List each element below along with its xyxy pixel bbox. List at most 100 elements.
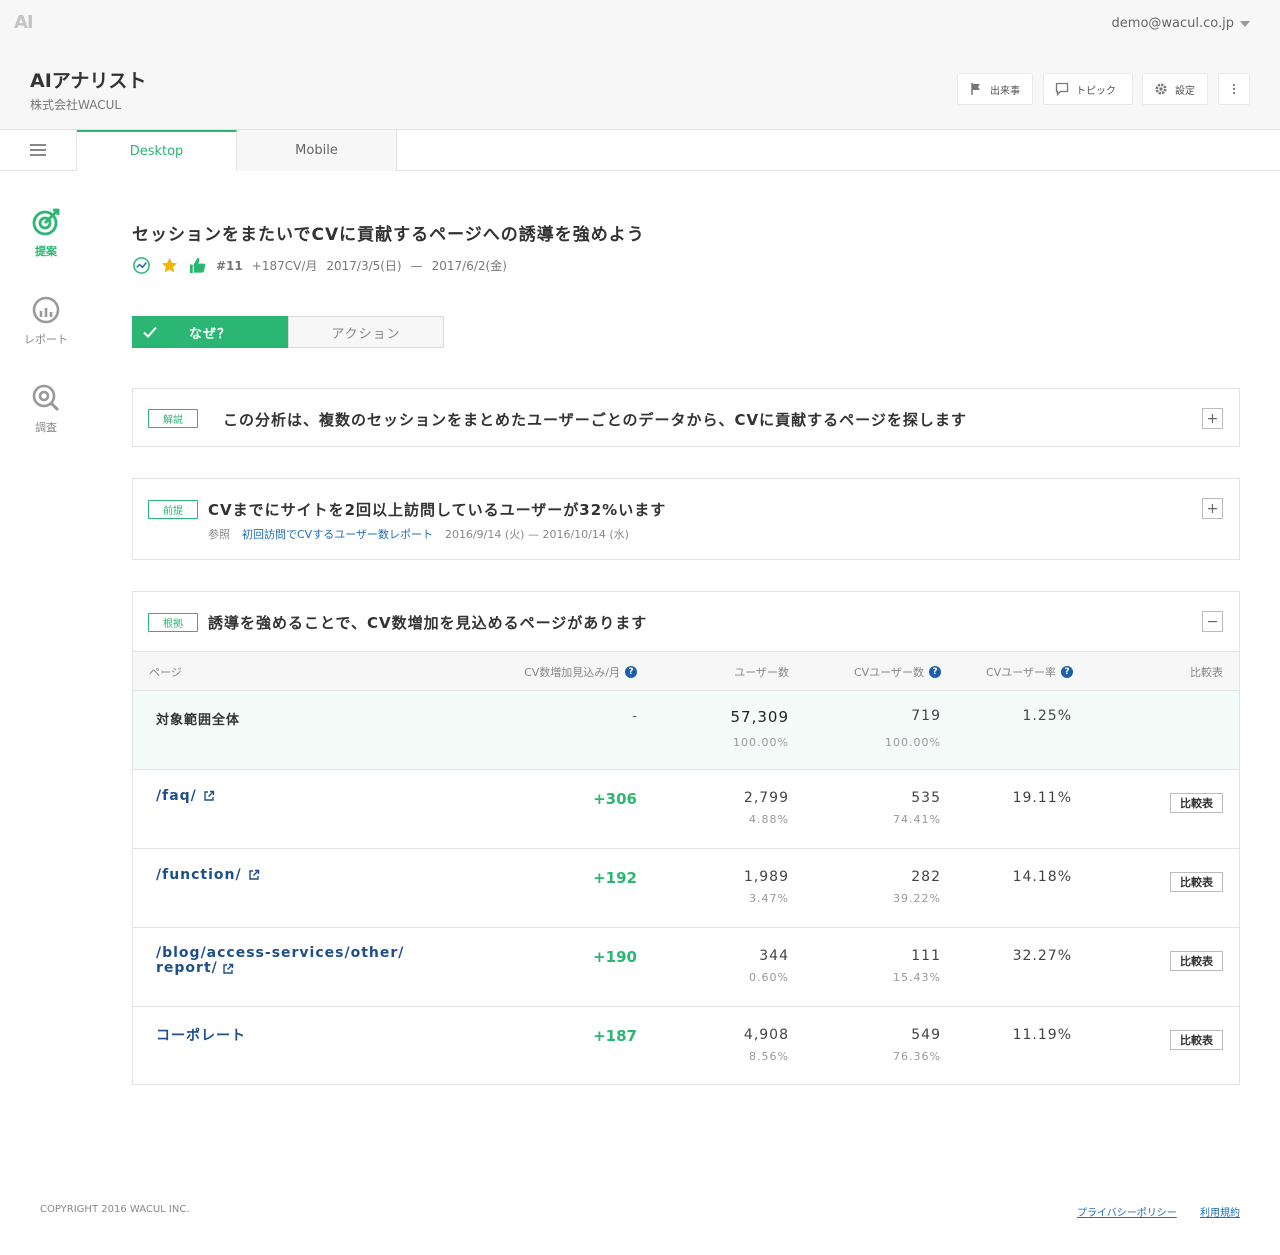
hamburger-menu-button[interactable] — [0, 130, 77, 170]
more-vertical-icon — [1232, 83, 1236, 95]
cv-rate: 11.19% — [1012, 1027, 1072, 1043]
proposal-end-date: 2017/6/2(金) — [431, 259, 507, 273]
proposal-impact: +187CV/月 — [251, 259, 318, 273]
star-icon[interactable] — [160, 256, 179, 275]
cv-rate: 19.11% — [1012, 790, 1072, 806]
sidebar-item-research[interactable]: 調査 — [0, 383, 92, 435]
cv-users: 535 — [911, 790, 941, 806]
device-tab-bar: Desktop Mobile — [0, 130, 1280, 171]
compare-button[interactable]: 比較表 — [1170, 951, 1223, 971]
app-logo[interactable]: AI — [14, 12, 34, 33]
more-button[interactable] — [1218, 73, 1250, 105]
cv-users: 111 — [911, 948, 941, 964]
header-page: ページ — [149, 666, 182, 679]
page-link-faq[interactable]: /faq/ — [156, 788, 215, 804]
company-name: 株式会社WACUL — [30, 98, 122, 112]
total-users-pct: 100.00% — [733, 736, 789, 749]
why-tab[interactable]: なぜ？ — [132, 316, 288, 348]
compare-button[interactable]: 比較表 — [1170, 1030, 1223, 1050]
compare-button[interactable]: 比較表 — [1170, 793, 1223, 813]
sidebar-item-proposal[interactable]: 提案 — [0, 207, 92, 259]
report-gauge-icon — [32, 296, 60, 324]
help-icon[interactable]: ? — [1061, 666, 1073, 678]
header-cv-users: CVユーザー数 ? — [854, 664, 941, 680]
events-button[interactable]: 出来事 — [957, 73, 1033, 105]
target-icon — [32, 208, 60, 236]
table-row: /faq/ +306 2,799 4.88% 535 74.41% 19.11%… — [133, 770, 1239, 849]
evidence-card: 根拠 誘導を強めることで、CV数増加を見込めるページがあります − ページ CV… — [132, 591, 1240, 1085]
app-title: AIアナリスト — [30, 70, 147, 92]
premise-reference: 参照 初回訪問でCVするユーザー数レポート 2016/9/14 (火) — 20… — [208, 526, 629, 542]
total-users: 57,309 — [730, 708, 789, 726]
sidebar-item-report[interactable]: レポート — [0, 295, 92, 347]
external-link-icon — [248, 869, 259, 880]
proposal-meta: #11 +187CV/月 2017/3/5(日) — 2017/6/2(金) — [132, 256, 507, 275]
trend-chart-icon[interactable] — [132, 256, 151, 275]
users: 2,799 — [743, 790, 789, 806]
total-cv-users-pct: 100.00% — [885, 736, 941, 749]
action-tab[interactable]: アクション — [288, 316, 444, 348]
page-link-blog-report[interactable]: /blog/access-services/other/ report/ — [156, 946, 404, 976]
table-row: コーポレート +187 4,908 8.56% 549 76.36% 11.19… — [133, 1007, 1239, 1086]
users: 4,908 — [743, 1027, 789, 1043]
proposal-start-date: 2017/3/5(日) — [326, 259, 402, 273]
proposal-title: セッションをまたいでCVに貢献するページへの誘導を強めよう — [132, 225, 645, 245]
total-cv-increase: - — [632, 709, 637, 724]
check-icon — [143, 326, 157, 338]
reference-report-link[interactable]: 初回訪問でCVするユーザー数レポート — [242, 526, 433, 542]
premise-title: CVまでにサイトを2回以上訪問しているユーザーが32%います — [208, 501, 667, 519]
cv-increase: +187 — [593, 1027, 637, 1045]
expand-explanation-button[interactable]: + — [1202, 408, 1223, 429]
header-compare: 比較表 — [1190, 666, 1223, 679]
explanation-card: 解説 この分析は、複数のセッションをまとめたユーザーごとのデータから、CVに貢献… — [132, 388, 1240, 447]
users-pct: 4.88% — [749, 813, 789, 826]
header-cv-rate: CVユーザー率 ? — [986, 664, 1073, 680]
user-menu[interactable]: demo@wacul.co.jp — [1112, 16, 1250, 31]
tab-desktop[interactable]: Desktop — [77, 130, 237, 171]
total-label: 対象範囲全体 — [156, 713, 241, 728]
cv-users-pct: 76.36% — [893, 1050, 941, 1063]
app-header: AI demo@wacul.co.jp AIアナリスト 株式会社WACUL 出来… — [0, 0, 1280, 130]
total-cv-users: 719 — [911, 708, 941, 724]
topics-button[interactable]: トピック — [1043, 73, 1133, 105]
page-link-function[interactable]: /function/ — [156, 867, 260, 883]
compare-button[interactable]: 比較表 — [1170, 872, 1223, 892]
external-link-icon — [204, 790, 214, 801]
tab-mobile[interactable]: Mobile — [237, 130, 397, 171]
users: 344 — [759, 948, 789, 964]
header-users: ユーザー数 — [734, 666, 789, 679]
flag-icon — [971, 83, 980, 95]
cv-increase: +190 — [593, 948, 637, 966]
cv-increase: +192 — [593, 869, 637, 887]
users-pct: 8.56% — [749, 1050, 789, 1063]
gear-icon — [1155, 83, 1167, 95]
cv-users: 282 — [911, 869, 941, 885]
thumbs-up-icon[interactable] — [188, 256, 207, 275]
users-pct: 3.47% — [749, 892, 789, 905]
help-icon[interactable]: ? — [929, 666, 941, 678]
evidence-title: 誘導を強めることで、CV数増加を見込めるページがあります — [208, 614, 648, 632]
cv-rate: 32.27% — [1012, 948, 1072, 964]
page-link-corporate[interactable]: コーポレート — [156, 1025, 246, 1045]
proposal-number: #11 — [216, 258, 243, 273]
cv-users-pct: 39.22% — [893, 892, 941, 905]
privacy-policy-link[interactable]: プライバシーポリシー — [1077, 1204, 1177, 1219]
users-pct: 0.60% — [749, 971, 789, 984]
table-row: /blog/access-services/other/ report/ +19… — [133, 928, 1239, 1007]
cv-rate: 14.18% — [1012, 869, 1072, 885]
expand-premise-button[interactable]: + — [1202, 498, 1223, 519]
external-link-icon — [223, 963, 233, 974]
terms-link[interactable]: 利用規約 — [1200, 1204, 1240, 1219]
cv-increase: +306 — [593, 790, 637, 808]
collapse-evidence-button[interactable]: − — [1202, 611, 1223, 632]
help-icon[interactable]: ? — [625, 666, 637, 678]
cv-users: 549 — [911, 1027, 941, 1043]
table-header: ページ CV数増加見込み/月 ? ユーザー数 CVユーザー数 ? CVユーザー率… — [133, 651, 1239, 691]
date-separator: — — [410, 258, 423, 273]
hamburger-icon — [30, 149, 46, 151]
why-action-toggle: なぜ？ アクション — [132, 316, 444, 348]
cv-users-pct: 15.43% — [893, 971, 941, 984]
table-row: /function/ +192 1,989 3.47% 282 39.22% 1… — [133, 849, 1239, 928]
premise-card: 前提 CVまでにサイトを2回以上訪問しているユーザーが32%います + 参照 初… — [132, 478, 1240, 560]
settings-button[interactable]: 設定 — [1142, 73, 1208, 105]
